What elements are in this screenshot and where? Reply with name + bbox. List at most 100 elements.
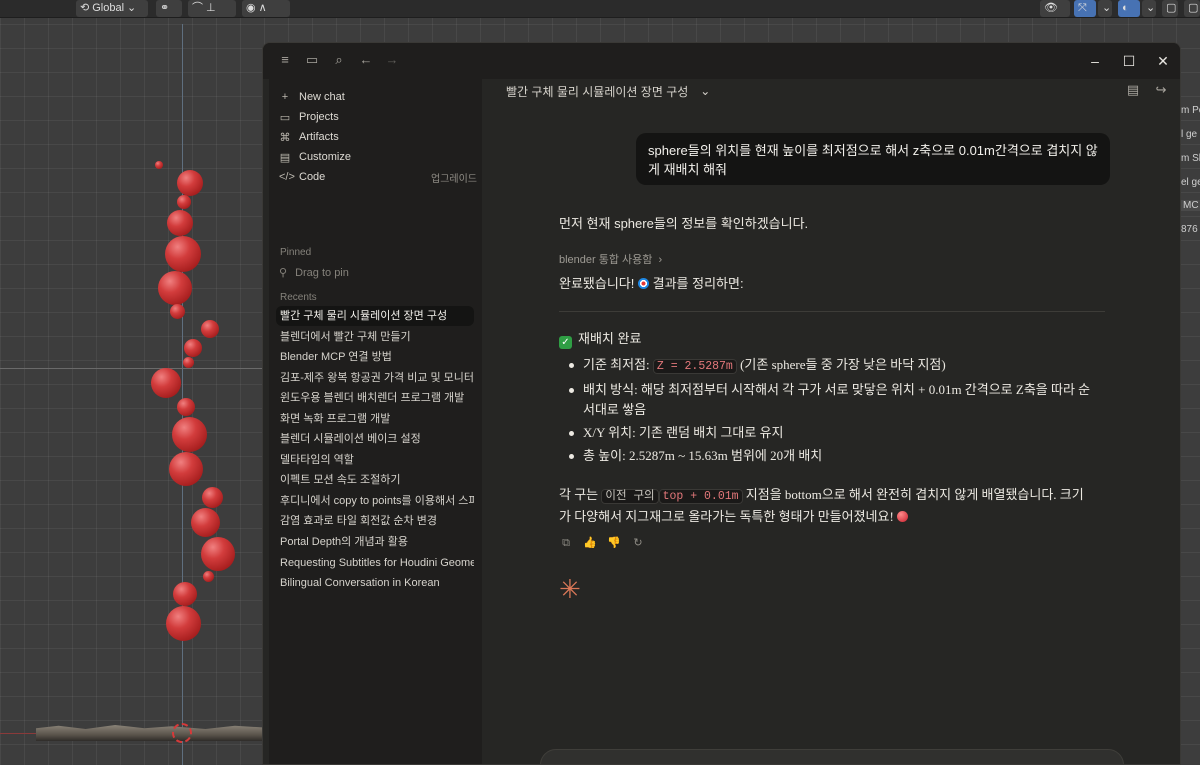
sidebar-item-projects[interactable]: ▭ Projects [279, 107, 477, 127]
document-icon[interactable]: ▤ [1124, 81, 1142, 99]
ground-mesh[interactable] [36, 725, 262, 741]
sidebar-item-customize[interactable]: ▤ Customize [279, 147, 477, 167]
sphere-object[interactable] [177, 195, 191, 209]
transform-orientation-icon: ⟲ [80, 2, 90, 14]
overlay-icon: ◐ [1122, 2, 1129, 14]
gizmo-toggle[interactable]: ⤧ [1074, 0, 1096, 17]
sphere-object[interactable] [173, 582, 197, 606]
tool-usage-label: blender 통합 사용함 [559, 254, 653, 266]
chat-main-area: 빨간 구체 물리 시뮬레이션 장면 구성 ⌄ ▤ ↪ sphere들의 위치를 … [482, 79, 1180, 764]
sidebar-item-artifacts[interactable]: ⌘ Artifacts [279, 127, 477, 147]
sphere-object[interactable] [202, 487, 223, 508]
customize-icon: ▤ [279, 151, 291, 164]
sidebar-item-label: Projects [299, 111, 339, 123]
recent-chat-item[interactable]: 화면 녹화 프로그램 개발 [276, 409, 474, 429]
recent-chat-item[interactable]: 이펙트 모션 속도 조절하기 [276, 470, 474, 490]
sphere-object[interactable] [201, 320, 219, 338]
recent-chat-item[interactable]: 감염 효과로 타일 회전값 순차 변경 [276, 511, 474, 531]
sphere-object[interactable] [183, 357, 194, 368]
thumbs-down-icon[interactable]: 👎 [607, 536, 621, 550]
shading-icon: ▢ [1188, 2, 1199, 14]
menu-icon[interactable]: ≡ [276, 51, 294, 69]
recent-chat-item[interactable]: Blender MCP 연결 방법 [276, 347, 474, 367]
sidebar-toggle-icon[interactable]: ▭ [303, 51, 321, 69]
shading-button[interactable]: ▢ [1184, 0, 1200, 17]
search-icon[interactable]: ⌕ [330, 51, 348, 69]
sphere-object[interactable] [191, 508, 220, 537]
thumbs-up-icon[interactable]: 👍 [583, 536, 597, 550]
transform-orientation-dropdown[interactable]: ⟲ Global ⌄ [76, 0, 148, 17]
list-item: X/Y 위치: 기존 랜덤 배치 그대로 유지 [559, 423, 1099, 443]
snap-button[interactable]: ⌒ ⊥ [188, 0, 236, 17]
folder-icon: ▭ [279, 111, 291, 124]
gizmo-dropdown[interactable]: ⌄ [1098, 0, 1112, 17]
sphere-object[interactable] [167, 210, 193, 236]
recent-chat-item[interactable]: 빨간 구체 물리 시뮬레이션 장면 구성 [276, 306, 474, 326]
overlay-toggle[interactable]: ◐ [1118, 0, 1140, 17]
sphere-object[interactable] [166, 606, 201, 641]
recent-chat-item[interactable]: Portal Depth의 개념과 활용 [276, 532, 474, 552]
bullet-label: X/Y 위치: [583, 425, 636, 440]
code-icon: </> [279, 171, 295, 183]
properties-text-fragment[interactable]: MC [1181, 200, 1200, 211]
sphere-object[interactable] [170, 304, 185, 319]
check-mark-icon: ✓ [559, 336, 572, 349]
sphere-object[interactable] [201, 537, 235, 571]
sphere-object[interactable] [155, 161, 163, 169]
sidebar-item-label: Code [299, 171, 326, 183]
conversation-title-dropdown[interactable]: 빨간 구체 물리 시뮬레이션 장면 구성 ⌄ [506, 81, 710, 101]
list-item: 기준 최저점: Z = 2.5287m (기존 sphere들 중 가장 낮은 … [559, 355, 1099, 377]
chevron-down-icon: ⌄ [127, 2, 137, 14]
sidebar-item-new-chat[interactable]: + New chat [279, 87, 477, 107]
sphere-object[interactable] [184, 339, 202, 357]
properties-text-fragment: m Sk [1181, 153, 1200, 164]
maximize-button[interactable]: ☐ [1117, 49, 1141, 73]
blender-header-toolbar: ⟲ Global ⌄ ⚭ ⌒ ⊥ ◉ ∧ 👁 ⤧ ⌄ ◐ ⌄ ▢ ▢ [0, 0, 1200, 18]
forward-arrow-icon[interactable]: → [383, 51, 401, 69]
recent-chat-item[interactable]: Requesting Subtitles for Houdini Geometr… [276, 553, 474, 573]
sphere-object[interactable] [158, 271, 192, 305]
pin-icon: ⚲ [279, 267, 288, 279]
tool-usage-toggle[interactable]: blender 통합 사용함 › [559, 251, 662, 267]
summary-part-1: 각 구는 [559, 487, 599, 502]
xray-toggle[interactable]: ▢ [1162, 0, 1178, 17]
overlay-dropdown[interactable]: ⌄ [1142, 0, 1156, 17]
pivot-point-button[interactable]: ⚭ [156, 0, 182, 17]
upgrade-badge[interactable]: 업그레이드 [431, 170, 477, 185]
list-item: 총 높이: 2.5287m ~ 15.63m 범위에 20개 배치 [559, 446, 1099, 466]
sidebar-item-code[interactable]: </> Code 업그레이드 [279, 167, 477, 187]
recent-chat-item[interactable]: 김포-제주 왕복 항공권 가격 비교 및 모니터링 [276, 368, 474, 388]
sphere-object[interactable] [203, 571, 214, 582]
pivot-icon: ⚭ [160, 2, 170, 14]
recent-chat-item[interactable]: Bilingual Conversation in Korean [276, 573, 474, 593]
sidebar-item-label: Artifacts [299, 131, 339, 143]
chevron-down-icon: ⌄ [700, 84, 711, 98]
retry-icon[interactable]: ↻ [631, 536, 645, 550]
recent-chat-item[interactable]: 블렌더에서 빨간 구체 만들기 [276, 327, 474, 347]
snap-icon: ⌒ ⊥ [192, 2, 216, 14]
copy-icon[interactable]: ⧉ [559, 536, 573, 550]
proportional-edit-button[interactable]: ◉ ∧ [242, 0, 290, 17]
sphere-object[interactable] [165, 236, 201, 272]
visibility-button[interactable]: 👁 [1040, 0, 1070, 17]
recent-chat-item[interactable]: 후디니에서 copy to points를 이용해서 스피어 [276, 491, 474, 511]
close-button[interactable]: ✕ [1151, 49, 1175, 73]
sphere-object[interactable] [151, 368, 181, 398]
sphere-object[interactable] [169, 452, 203, 486]
share-icon[interactable]: ↪ [1152, 81, 1170, 99]
conversation-title: 빨간 구체 물리 시뮬레이션 장면 구성 [506, 84, 689, 99]
message-composer[interactable] [540, 749, 1124, 764]
sphere-object[interactable] [177, 170, 203, 196]
recent-chat-item[interactable]: 윈도우용 블렌더 배치렌더 프로그램 개발 [276, 388, 474, 408]
sphere-object[interactable] [172, 417, 207, 452]
minimize-button[interactable]: – [1083, 49, 1107, 73]
recent-chat-item[interactable]: 델타타임의 역할 [276, 450, 474, 470]
properties-text-fragment: l ge [1181, 129, 1198, 140]
bullet-text: 2.5287m ~ 15.63m 범위에 20개 배치 [629, 448, 823, 463]
back-arrow-icon[interactable]: ← [357, 51, 375, 69]
xray-icon: ▢ [1166, 2, 1177, 14]
recent-chat-item[interactable]: 블렌더 시뮬레이션 베이크 설정 [276, 429, 474, 449]
sphere-object[interactable] [177, 398, 195, 416]
pinned-placeholder: ⚲ Drag to pin [279, 266, 349, 280]
properties-text-fragment: el ge [1181, 177, 1200, 188]
